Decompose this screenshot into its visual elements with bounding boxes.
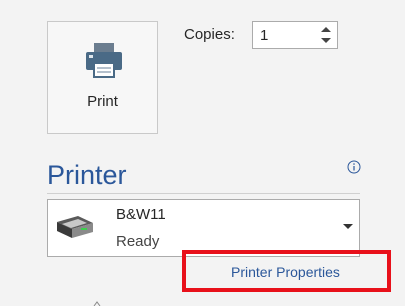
printer-device-icon bbox=[57, 216, 93, 238]
print-button-label: Print bbox=[87, 93, 118, 110]
section-divider bbox=[47, 193, 360, 194]
printer-section-title: Printer bbox=[47, 160, 127, 190]
chevron-down-icon[interactable] bbox=[343, 223, 353, 230]
copies-value[interactable]: 1 bbox=[260, 27, 268, 44]
copies-label: Copies: bbox=[184, 26, 235, 43]
printer-select[interactable]: B&W11 Ready bbox=[47, 199, 360, 257]
printer-icon bbox=[86, 43, 122, 78]
printer-name: B&W11 bbox=[116, 206, 166, 223]
highlight-annotation bbox=[182, 250, 391, 292]
print-button[interactable]: Print bbox=[47, 21, 158, 134]
increment-icon[interactable] bbox=[320, 25, 332, 34]
cutoff-icon bbox=[93, 301, 101, 306]
info-icon[interactable] bbox=[347, 160, 361, 174]
decrement-icon[interactable] bbox=[320, 36, 332, 45]
printer-status: Ready bbox=[116, 233, 160, 250]
copies-stepper[interactable]: 1 bbox=[252, 21, 338, 49]
